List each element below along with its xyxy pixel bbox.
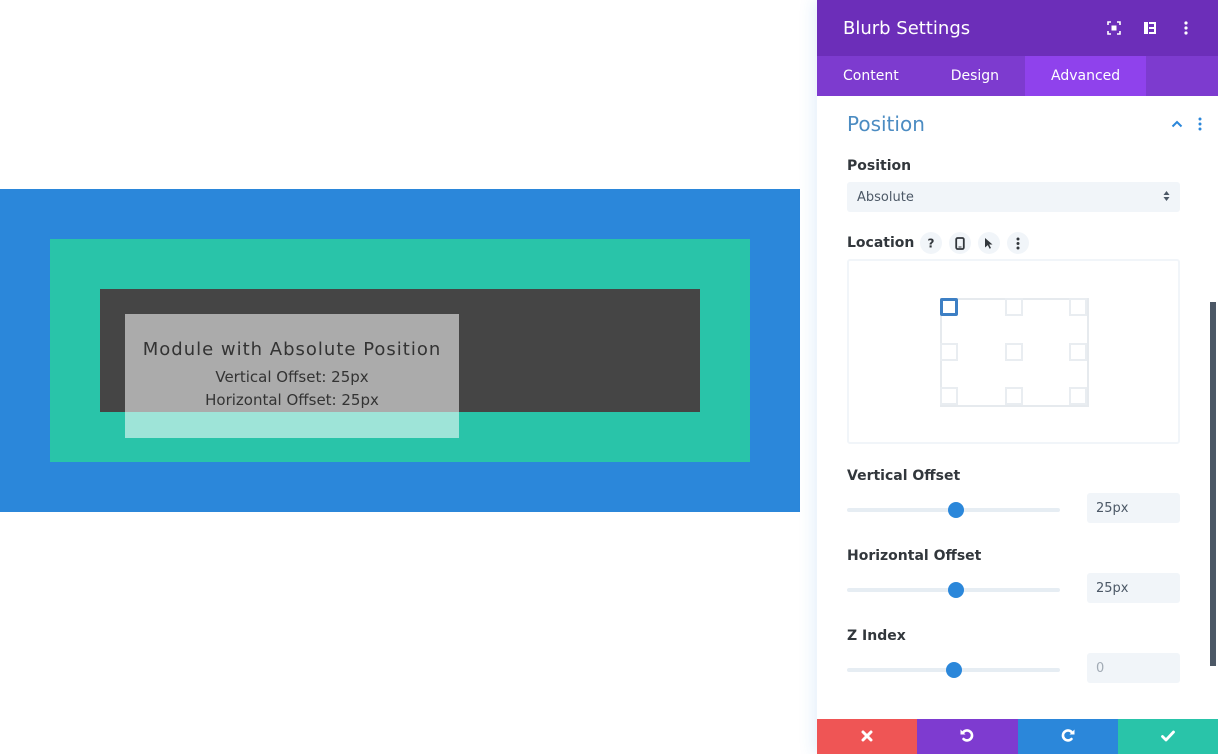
vertical-offset-label: Vertical Offset bbox=[847, 468, 961, 484]
settings-panel: Blurb Settings Content Design Advanced P… bbox=[817, 0, 1218, 754]
location-center-right[interactable] bbox=[1069, 343, 1087, 361]
location-top-right[interactable] bbox=[1069, 298, 1087, 316]
location-center[interactable] bbox=[1005, 343, 1023, 361]
cursor-icon[interactable] bbox=[978, 232, 1001, 254]
z-index-slider[interactable] bbox=[847, 662, 1060, 678]
location-top-center[interactable] bbox=[1005, 298, 1023, 316]
location-label: Location bbox=[847, 235, 915, 251]
undo-button[interactable] bbox=[917, 719, 1018, 754]
undo-icon bbox=[959, 727, 975, 747]
location-grid bbox=[940, 298, 1089, 407]
tab-bar: Content Design Advanced bbox=[817, 56, 1218, 96]
discard-button[interactable] bbox=[817, 719, 918, 754]
select-arrows-icon bbox=[1163, 190, 1170, 206]
check-icon bbox=[1160, 727, 1175, 746]
location-center-left[interactable] bbox=[940, 343, 958, 361]
redo-icon bbox=[1060, 727, 1076, 747]
vertical-offset-input[interactable]: 25px bbox=[1087, 493, 1180, 523]
panel-header[interactable]: Blurb Settings bbox=[817, 0, 1218, 56]
position-select[interactable]: Absolute bbox=[847, 182, 1180, 212]
z-index-input[interactable]: 0 bbox=[1087, 653, 1180, 683]
save-button[interactable] bbox=[1117, 719, 1218, 754]
panel-scrollbar[interactable] bbox=[1210, 302, 1216, 666]
blurb-title: Module with Absolute Position bbox=[142, 339, 442, 360]
slider-handle[interactable] bbox=[945, 662, 962, 678]
position-select-value: Absolute bbox=[857, 189, 914, 205]
chevron-up-icon[interactable] bbox=[1167, 114, 1187, 134]
panel-footer bbox=[817, 719, 1218, 754]
toggle-title: Position bbox=[847, 112, 925, 136]
blurb-module[interactable]: Module with Absolute Position Vertical O… bbox=[125, 314, 459, 438]
svg-text:?: ? bbox=[928, 237, 935, 249]
location-bottom-right[interactable] bbox=[1069, 387, 1087, 405]
page-canvas: Module with Absolute Position Vertical O… bbox=[0, 0, 817, 754]
position-label: Position bbox=[847, 158, 912, 174]
help-icon[interactable]: ? bbox=[920, 232, 943, 254]
more-vertical-icon[interactable] bbox=[1007, 232, 1030, 254]
location-top-left[interactable] bbox=[940, 298, 958, 316]
more-vertical-icon[interactable] bbox=[1193, 114, 1207, 134]
vertical-offset-slider[interactable] bbox=[847, 502, 1060, 518]
redo-button[interactable] bbox=[1017, 719, 1118, 754]
tab-content[interactable]: Content bbox=[817, 56, 925, 96]
z-index-label: Z Index bbox=[847, 628, 906, 644]
horizontal-offset-slider[interactable] bbox=[847, 582, 1060, 598]
horizontal-offset-label: Horizontal Offset bbox=[847, 548, 982, 564]
location-picker bbox=[847, 259, 1180, 444]
blurb-text-line: Vertical Offset: 25px bbox=[215, 368, 369, 386]
location-header: Location ? bbox=[847, 232, 1036, 254]
horizontal-offset-input[interactable]: 25px bbox=[1087, 573, 1180, 603]
close-icon bbox=[861, 727, 873, 746]
slider-handle[interactable] bbox=[947, 502, 964, 518]
tab-advanced[interactable]: Advanced bbox=[1025, 56, 1147, 96]
mobile-icon[interactable] bbox=[949, 232, 972, 254]
slider-handle[interactable] bbox=[947, 582, 964, 598]
expand-icon[interactable] bbox=[1096, 13, 1132, 43]
sidebar-layout-icon[interactable] bbox=[1132, 13, 1168, 43]
more-vertical-icon[interactable] bbox=[1168, 13, 1204, 43]
tab-design[interactable]: Design bbox=[925, 56, 1025, 96]
panel-title: Blurb Settings bbox=[843, 17, 971, 39]
position-toggle-header[interactable]: Position bbox=[847, 112, 1207, 136]
panel-body: Position Position Absolute Location ? Ve… bbox=[817, 96, 1218, 719]
blurb-text-line: Horizontal Offset: 25px bbox=[205, 391, 379, 409]
location-bottom-left[interactable] bbox=[940, 387, 958, 405]
location-bottom-center[interactable] bbox=[1005, 387, 1023, 405]
